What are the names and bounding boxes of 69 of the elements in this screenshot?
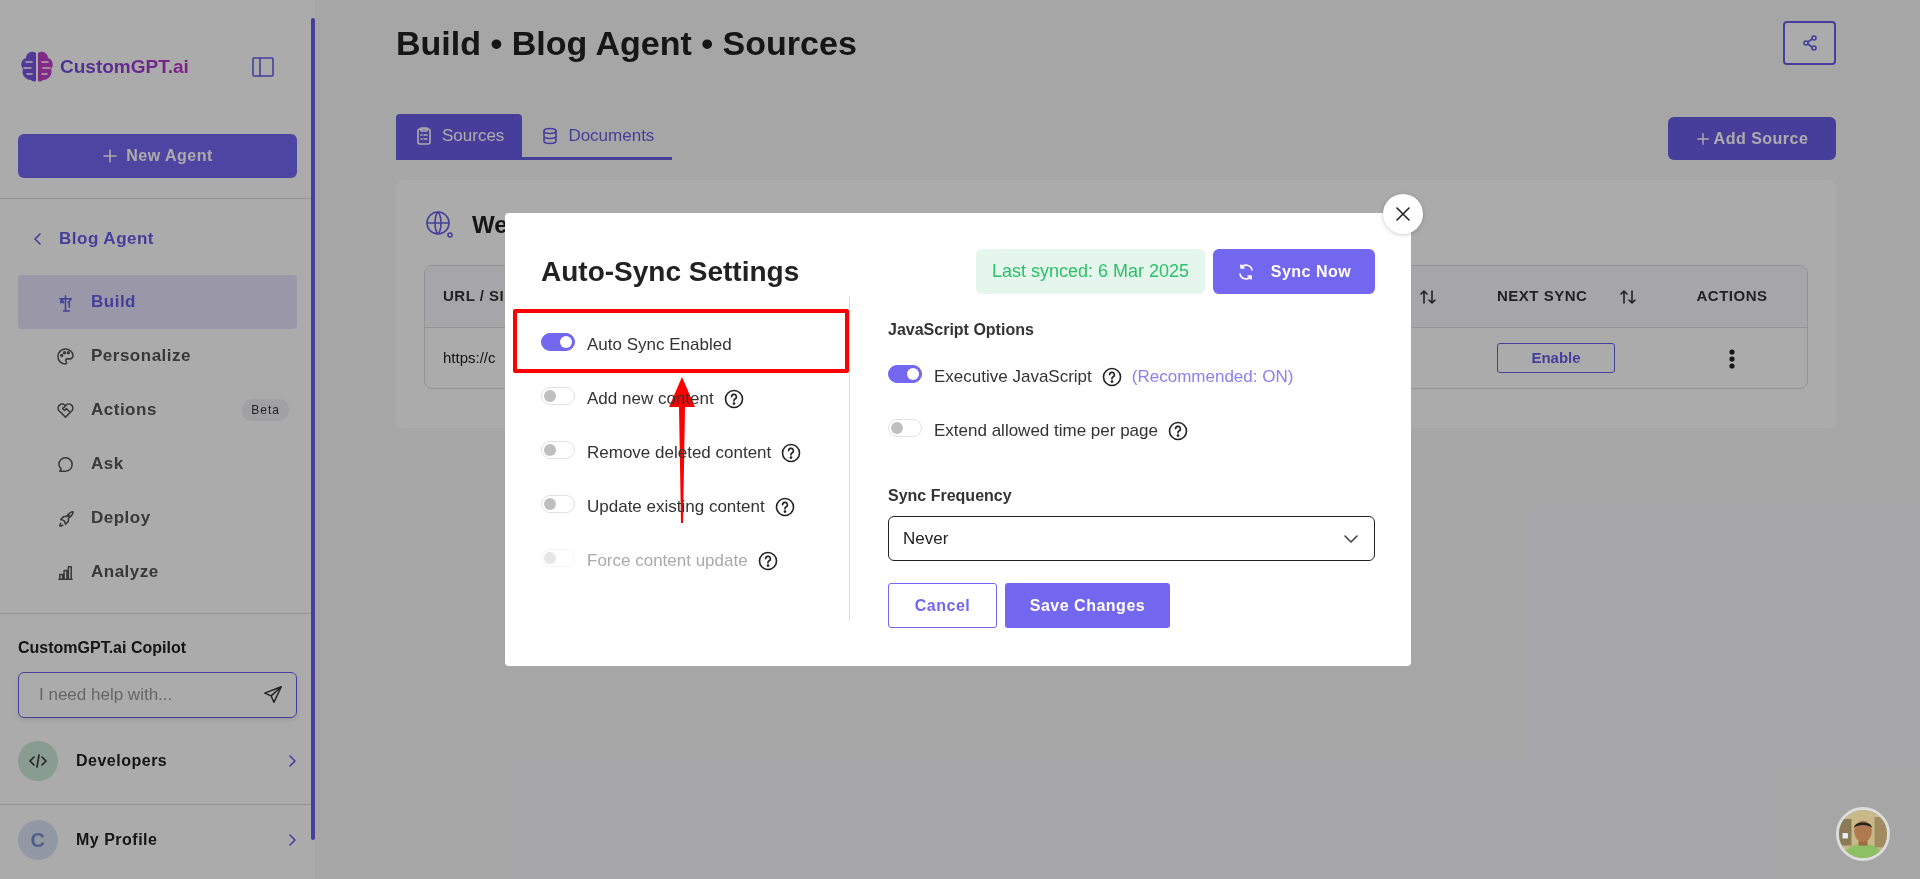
palette-icon: [56, 346, 75, 366]
sidebar-item[interactable]: Personalize: [18, 329, 297, 383]
copilot-title: CustomGPT.ai Copilot: [18, 639, 186, 656]
section-title: JavaScript Options: [888, 320, 1035, 340]
frequency-select[interactable]: Never: [888, 516, 1375, 561]
column-header: NEXT SYNC: [1497, 286, 1588, 307]
chat-bubble-icon: [56, 454, 75, 474]
code-icon: [18, 741, 58, 781]
card-title: We: [472, 210, 508, 240]
chevron-right-icon: [287, 754, 297, 768]
rocket-icon: [56, 508, 75, 528]
sort-icon: [1419, 287, 1437, 306]
option-label: Force content update: [587, 550, 748, 573]
sidebar-item[interactable]: Analyze: [18, 545, 297, 599]
sort-icon: [1619, 287, 1637, 306]
sidebar-item[interactable]: Actions Beta: [18, 383, 297, 437]
chevron-left-icon: [33, 232, 43, 246]
plus-icon: [102, 148, 119, 164]
copilot-field[interactable]: I need help with...: [18, 672, 297, 718]
recommendation-note: (Recommended: ON): [1131, 366, 1294, 389]
dialog-title: Auto-Sync Settings: [541, 254, 800, 289]
save-changes-button[interactable]: Save Changes: [1005, 583, 1170, 628]
add-source-button[interactable]: Add Source: [1668, 117, 1836, 160]
profile-avatar: C: [18, 820, 58, 860]
sidebar-item[interactable]: Deploy: [18, 491, 297, 545]
toggle-switch[interactable]: [541, 333, 575, 351]
plus-icon: [1695, 131, 1710, 146]
option-label: Auto Sync Enabled: [587, 334, 732, 357]
kebab-menu-button[interactable]: [1729, 346, 1735, 370]
new-agent-button[interactable]: New Agent: [18, 134, 297, 178]
help-icon: [723, 389, 744, 409]
clipboard-icon: [414, 125, 434, 146]
sidebar-item[interactable]: Build: [18, 275, 297, 329]
back-link[interactable]: Blog Agent: [0, 203, 315, 275]
beta-badge: Beta: [242, 399, 289, 421]
help-icon: [781, 443, 802, 463]
chevron-right-icon: [287, 833, 297, 847]
sync-now-button[interactable]: Sync Now: [1213, 249, 1375, 294]
toggle-switch[interactable]: [888, 365, 922, 383]
field-label: Sync Frequency: [888, 486, 1013, 506]
sidebar-toggle-button[interactable]: [251, 54, 275, 80]
refresh-icon: [1236, 262, 1255, 281]
help-icon: [1101, 367, 1122, 387]
close-icon: [1394, 205, 1412, 223]
last-synced-badge: Last synced: 6 Mar 2025: [975, 249, 1205, 294]
help-icon: [774, 497, 795, 517]
option-label: Extend allowed time per page: [934, 420, 1158, 443]
share-icon: [1800, 34, 1819, 52]
column-header: ACTIONS: [1696, 286, 1768, 307]
developers-link[interactable]: Developers: [18, 726, 297, 796]
crane-icon: [56, 292, 75, 312]
help-icon: [1168, 421, 1188, 441]
heart-hand-icon: [56, 400, 75, 420]
enable-button[interactable]: Enable: [1497, 343, 1615, 373]
tab[interactable]: Documents: [522, 114, 673, 157]
page-title: Build • Blog Agent • Sources: [396, 23, 857, 64]
column-header: URL / SI: [443, 286, 505, 307]
tab[interactable]: Sources: [396, 114, 523, 157]
share-button[interactable]: [1783, 21, 1836, 65]
table-cell: https://c: [443, 348, 496, 366]
copilot-input[interactable]: I need help with...: [37, 681, 262, 709]
profile-link[interactable]: C My Profile: [18, 809, 297, 871]
globe-icon: [424, 209, 456, 241]
help-icon: [757, 551, 778, 571]
cancel-button[interactable]: Cancel: [888, 583, 997, 628]
panel-icon: [251, 55, 275, 80]
kebab-icon: [1729, 348, 1735, 369]
option-label: Executive JavaScript: [934, 366, 1092, 389]
sidebar-item[interactable]: Ask: [18, 437, 297, 491]
